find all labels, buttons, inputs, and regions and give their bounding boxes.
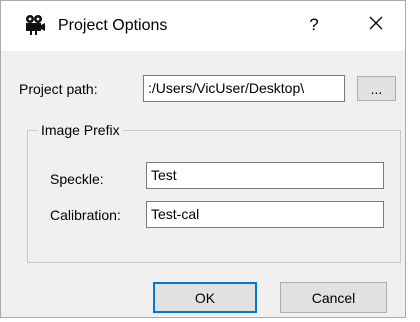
speckle-label: Speckle:: [50, 171, 104, 187]
camera-icon: [24, 14, 46, 36]
browse-button[interactable]: ...: [357, 76, 396, 101]
project-path-label: Project path:: [19, 81, 98, 97]
calibration-field[interactable]: Test-cal: [146, 201, 384, 228]
ok-button[interactable]: OK: [153, 282, 257, 313]
calibration-label: Calibration:: [50, 207, 121, 223]
close-icon: [369, 16, 383, 35]
close-button[interactable]: [356, 9, 396, 41]
project-options-dialog: Project Options ? Project path: :/Users/…: [0, 0, 406, 318]
window-title: Project Options: [58, 17, 168, 34]
project-path-field[interactable]: :/Users/VicUser/Desktop\: [143, 75, 345, 102]
image-prefix-legend: Image Prefix: [38, 122, 123, 138]
image-prefix-group: [27, 130, 401, 263]
help-button[interactable]: ?: [296, 9, 332, 41]
title-bar: Project Options ?: [1, 1, 405, 51]
speckle-field[interactable]: Test: [146, 162, 384, 189]
cancel-button[interactable]: Cancel: [280, 282, 387, 313]
